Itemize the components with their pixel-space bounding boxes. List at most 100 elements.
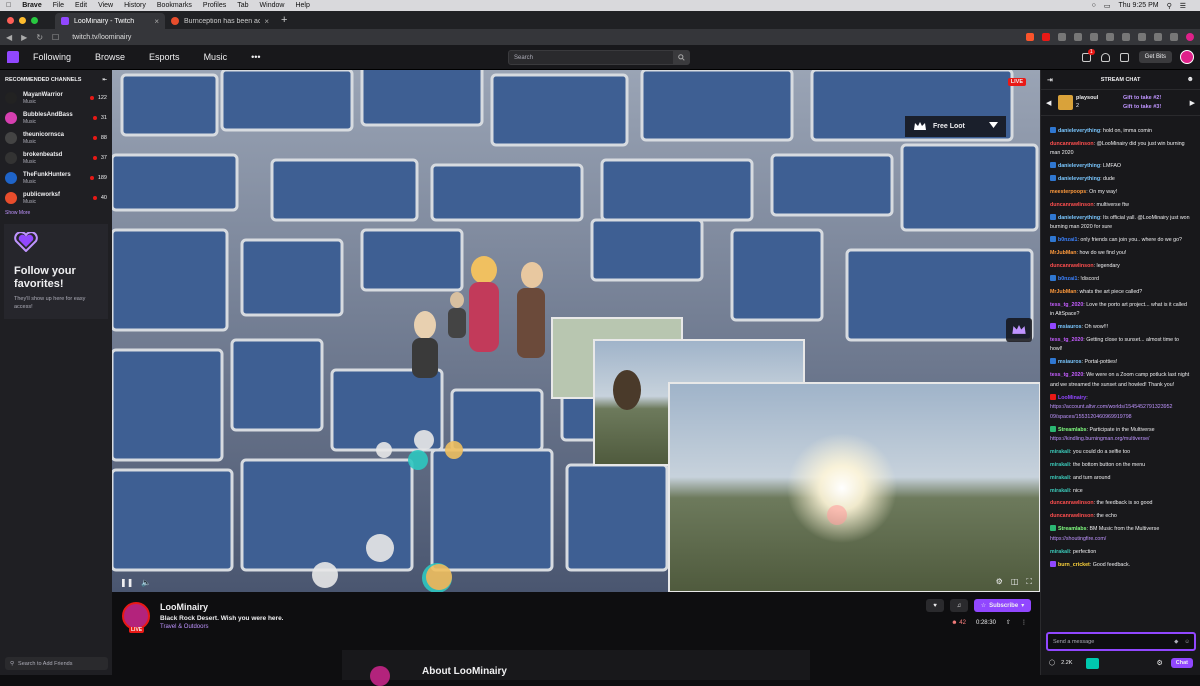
chat-username[interactable]: duncanrawlinson bbox=[1050, 500, 1094, 506]
chat-badge-icon[interactable] bbox=[1050, 162, 1056, 169]
extension-icon[interactable] bbox=[1170, 33, 1178, 41]
chat-username[interactable]: danieleverything bbox=[1058, 215, 1100, 221]
url-field[interactable]: twitch.tv/loominairy bbox=[72, 34, 131, 41]
prime-loot-icon[interactable]: 1 bbox=[1081, 48, 1095, 62]
chat-settings-gear-icon[interactable]: ⚙ bbox=[1156, 659, 1162, 667]
menu-file[interactable]: File bbox=[53, 2, 64, 9]
chat-username[interactable]: Streamlabs bbox=[1058, 427, 1087, 433]
browser-tab-twitch[interactable]: LooMinairy - Twitch × bbox=[55, 13, 165, 29]
chat-badge-icon[interactable] bbox=[1050, 525, 1056, 532]
sidebar-channel-mayanwarrior[interactable]: MayanWarrior Music 122 bbox=[0, 88, 112, 108]
menu-view[interactable]: View bbox=[98, 2, 113, 9]
nav-esports[interactable]: Esports bbox=[149, 52, 180, 62]
extension-icon[interactable] bbox=[1154, 33, 1162, 41]
nav-music[interactable]: Music bbox=[204, 52, 228, 62]
stream-category-link[interactable]: Travel & Outdoors bbox=[160, 624, 208, 630]
brave-shields-icon[interactable] bbox=[1026, 33, 1034, 41]
gift-take-2[interactable]: Gift to take #2! bbox=[1123, 95, 1161, 101]
chat-username[interactable]: MrJubMan bbox=[1050, 289, 1077, 295]
chat-link[interactable]: https://kindling.burningman.org/multiver… bbox=[1050, 436, 1150, 442]
chat-username[interactable]: mirakali bbox=[1050, 549, 1070, 555]
share-icon[interactable]: ⇧ bbox=[1006, 619, 1011, 626]
chat-username[interactable]: duncanrawlinson bbox=[1050, 141, 1094, 147]
chat-username[interactable]: danieleverything bbox=[1058, 128, 1100, 134]
chat-username[interactable]: mirakali bbox=[1050, 462, 1070, 468]
chat-username[interactable]: duncanrawlinson bbox=[1050, 513, 1094, 519]
chat-badge-icon[interactable] bbox=[1050, 425, 1056, 432]
apple-icon[interactable]:  bbox=[6, 2, 11, 9]
chat-username[interactable]: tess_tg_2020 bbox=[1050, 337, 1083, 343]
search-icon[interactable]: ⚲ bbox=[1167, 2, 1172, 10]
zoom-window-button[interactable] bbox=[31, 16, 38, 24]
chat-message-input[interactable]: Send a message ◆ ☺ bbox=[1046, 632, 1196, 651]
chat-username[interactable]: msiauros bbox=[1058, 359, 1082, 365]
chat-badge-icon[interactable] bbox=[1050, 560, 1056, 567]
chat-badge-icon[interactable] bbox=[1050, 175, 1056, 182]
twitch-logo-icon[interactable] bbox=[7, 51, 19, 63]
bookmark-icon[interactable]: ☐ bbox=[52, 33, 59, 42]
chat-badge-icon[interactable] bbox=[1050, 393, 1056, 400]
chat-username[interactable]: LooMinairy bbox=[1058, 395, 1086, 401]
emote-icon[interactable]: ☺ bbox=[1184, 639, 1190, 645]
video-player[interactable]: LIVE Free Loot ❚❚ 🔈 ⚙ ◫ ⛶ bbox=[112, 70, 1040, 592]
profile-icon[interactable] bbox=[1186, 33, 1194, 41]
battery-icon[interactable]: ▭ bbox=[1104, 2, 1111, 10]
extension-icon[interactable] bbox=[1138, 33, 1146, 41]
pause-icon[interactable]: ❚❚ bbox=[120, 578, 133, 587]
chat-username[interactable]: b0nzai1 bbox=[1058, 237, 1077, 243]
extension-icon[interactable] bbox=[1074, 33, 1082, 41]
free-loot-button[interactable]: Free Loot bbox=[905, 116, 1006, 137]
follow-heart-button[interactable]: ♥ bbox=[926, 599, 944, 612]
chat-username[interactable]: duncanrawlinson bbox=[1050, 263, 1094, 269]
search-icon[interactable] bbox=[673, 51, 689, 64]
sidebar-channel-thefunkhunters[interactable]: TheFunkHunters Music 189 bbox=[0, 168, 112, 188]
chat-username[interactable]: Streamlabs bbox=[1058, 526, 1087, 532]
chat-username[interactable]: duncanrawlinson bbox=[1050, 202, 1094, 208]
forward-icon[interactable]: ▶ bbox=[21, 33, 27, 42]
get-bits-button[interactable]: Get Bits bbox=[1138, 51, 1172, 63]
nav-following[interactable]: Following bbox=[33, 52, 71, 62]
sidebar-channel-bubblesandbass[interactable]: BubblesAndBass Music 31 bbox=[0, 108, 112, 128]
chat-badge-icon[interactable] bbox=[1050, 127, 1056, 133]
more-menu-icon[interactable]: ••• bbox=[251, 52, 260, 62]
chat-badge-icon[interactable] bbox=[1050, 213, 1056, 220]
chat-username[interactable]: danieleverything bbox=[1058, 163, 1100, 169]
whispers-icon[interactable] bbox=[1119, 52, 1129, 62]
minimize-window-button[interactable] bbox=[19, 16, 26, 24]
prime-crown-button[interactable] bbox=[1006, 318, 1032, 342]
menu-profiles[interactable]: Profiles bbox=[203, 2, 226, 9]
menu-tab[interactable]: Tab bbox=[237, 2, 248, 9]
clock[interactable]: Thu 9:25 PM bbox=[1119, 2, 1159, 9]
more-options-icon[interactable]: ⋮ bbox=[1021, 619, 1027, 626]
extension-icon[interactable] bbox=[1058, 33, 1066, 41]
chat-username[interactable]: tess_tg_2020 bbox=[1050, 302, 1083, 308]
chat-username[interactable]: tess_tg_2020 bbox=[1050, 372, 1083, 378]
new-tab-button[interactable]: + bbox=[281, 14, 287, 26]
theatre-mode-icon[interactable]: ◫ bbox=[1011, 577, 1019, 587]
menu-history[interactable]: History bbox=[124, 2, 146, 9]
search-input[interactable]: Search bbox=[508, 50, 690, 65]
volume-icon[interactable]: 🔈 bbox=[141, 578, 151, 587]
chevron-right-icon[interactable]: ▶ bbox=[1190, 99, 1195, 107]
chat-username[interactable]: msiauros bbox=[1058, 324, 1082, 330]
wifi-icon[interactable]: ○ bbox=[1092, 2, 1096, 9]
sidebar-channel-publicworksf[interactable]: publicworksf Music 40 bbox=[0, 188, 112, 208]
menu-help[interactable]: Help bbox=[295, 2, 309, 9]
add-friends-search[interactable]: ⚲ Search to Add Friends bbox=[5, 657, 108, 670]
sidebar-channel-brokenbeatsd[interactable]: brokenbeatsd Music 37 bbox=[0, 148, 112, 168]
chat-send-button[interactable]: Chat bbox=[1170, 658, 1193, 668]
extension-icon[interactable] bbox=[1122, 33, 1130, 41]
user-avatar[interactable] bbox=[1180, 50, 1194, 64]
chat-username[interactable]: mirakali bbox=[1050, 488, 1070, 494]
chat-link[interactable]: https://account.altvr.com/worlds/1545452… bbox=[1050, 404, 1173, 420]
bits-icon[interactable]: ◆ bbox=[1174, 639, 1178, 645]
chat-username[interactable]: mirakali bbox=[1050, 475, 1070, 481]
chat-badge-icon[interactable] bbox=[1050, 358, 1056, 365]
notifications-bell-button[interactable]: ♫ bbox=[950, 599, 968, 612]
notifications-icon[interactable] bbox=[1100, 52, 1110, 62]
reload-icon[interactable]: ↻ bbox=[36, 33, 43, 42]
chat-username[interactable]: danieleverything bbox=[1058, 176, 1100, 182]
menu-edit[interactable]: Edit bbox=[75, 2, 87, 9]
extension-icon[interactable] bbox=[1090, 33, 1098, 41]
streamer-name[interactable]: LooMinairy bbox=[160, 602, 208, 612]
